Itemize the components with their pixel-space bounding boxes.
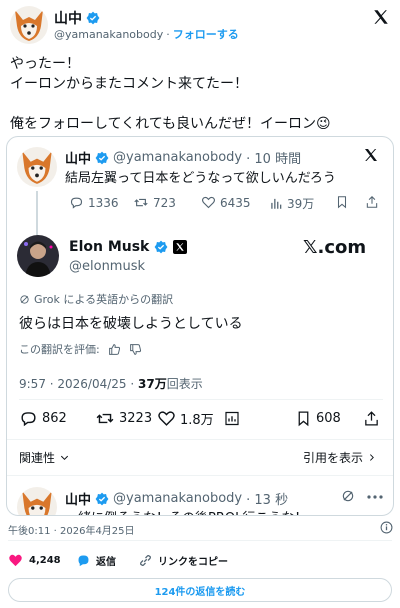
musk-name[interactable]: Elon Musk xyxy=(69,239,149,255)
reply-button[interactable]: 返信 xyxy=(76,553,116,568)
sort-relevance-dropdown[interactable]: 関連性 xyxy=(19,449,70,466)
quoted-author-name[interactable]: 山中 xyxy=(65,148,91,167)
quoted-author-handle[interactable]: @yamanakanobody xyxy=(113,150,242,165)
musk-handle[interactable]: @elonmusk xyxy=(69,259,145,274)
quoted-time: · 10 時間 xyxy=(246,152,302,167)
verified-badge-icon xyxy=(154,240,168,254)
sort-label: 関連性 xyxy=(19,451,56,465)
heart-icon xyxy=(158,411,175,426)
fox-avatar-icon xyxy=(22,491,52,515)
x-logo-icon[interactable] xyxy=(372,8,390,26)
like-count: 1.8万 xyxy=(180,413,214,428)
reply-partial-text: 一緒に倒そうな！その後PROL行こうな！ xyxy=(65,507,307,515)
divider xyxy=(7,439,393,440)
retweet-count: 723 xyxy=(153,195,176,210)
quoted-author-avatar[interactable] xyxy=(17,147,57,187)
thumbs-up-icon[interactable] xyxy=(108,343,121,356)
retweet-icon xyxy=(134,198,148,207)
view-quotes-label: 引用を表示 xyxy=(303,451,364,465)
read-replies-button[interactable]: 124件の返信を読む xyxy=(8,578,392,602)
musk-timestamp[interactable]: 9:57 · 2026/04/25 · xyxy=(19,377,138,391)
reply-author-avatar[interactable] xyxy=(17,487,57,515)
separator-dot: · xyxy=(166,27,170,41)
reply-count: 1336 xyxy=(88,195,119,210)
divider xyxy=(8,540,392,541)
quoted-conversation-card[interactable]: 山中 @yamanakanobody · 10 時間 結局左翼って日本をどうなっ… xyxy=(6,136,394,516)
reply-author-handle[interactable]: @yamanakanobody xyxy=(113,491,242,506)
view-quotes-link[interactable]: 引用を表示 xyxy=(303,449,377,466)
like-button[interactable]: 4,248 xyxy=(8,553,61,568)
reply-label: 返信 xyxy=(96,557,116,568)
like-count: 6435 xyxy=(220,195,251,210)
retweet-icon xyxy=(96,413,114,424)
copy-link-button[interactable]: リンクをコピー xyxy=(138,553,228,568)
quoted-tweet-text: 結局左翼って日本をどうなって欲しいんだろう xyxy=(65,171,336,186)
verified-badge-icon xyxy=(95,151,109,165)
retweet-button[interactable]: 3223 xyxy=(95,409,152,428)
person-avatar-icon xyxy=(24,241,53,277)
like-button[interactable]: 6435 xyxy=(201,195,251,210)
tweet-body: やったー！ イーロンからまたコメント来てたー！ 俺をフォローしてくれても良いんだ… xyxy=(10,54,390,134)
body-line: 俺をフォローしてくれても良いんだぜ！イーロン😉 xyxy=(10,116,331,132)
retweet-count: 3223 xyxy=(119,411,153,426)
chevron-down-icon xyxy=(59,452,70,463)
copy-link-label: リンクをコピー xyxy=(158,557,228,568)
grok-icon xyxy=(19,294,30,305)
musk-reply-text: 彼らは日本を破壊しようとしている xyxy=(19,316,243,332)
author-avatar[interactable] xyxy=(10,6,48,44)
heart-filled-icon xyxy=(9,554,22,567)
thread-line xyxy=(36,191,38,241)
link-icon xyxy=(140,555,151,566)
author-name[interactable]: 山中 xyxy=(54,8,82,28)
share-icon[interactable] xyxy=(363,409,380,428)
x-logo-icon[interactable] xyxy=(363,147,379,163)
reply-button[interactable]: 862 xyxy=(19,409,67,428)
bookmark-icon[interactable] xyxy=(335,194,349,210)
chevron-right-icon xyxy=(367,452,377,463)
grok-icon[interactable] xyxy=(341,489,355,503)
author-handle[interactable]: @yamanakanobody xyxy=(54,28,163,41)
musk-avatar[interactable] xyxy=(17,235,59,277)
divider xyxy=(7,475,393,476)
tweet-timestamp[interactable]: 午後0:11 · 2026年4月25日 xyxy=(8,522,135,537)
views-button[interactable]: 39万 xyxy=(269,195,314,212)
x-affiliate-badge-icon xyxy=(173,240,188,254)
reply-time: · 13 秒 xyxy=(246,493,289,508)
body-line: イーロンからまたコメント来てたー！ xyxy=(10,76,248,92)
info-icon[interactable] xyxy=(380,521,393,534)
read-replies-label: 124件の返信を読む xyxy=(154,586,246,598)
fox-avatar-icon xyxy=(22,151,52,184)
fox-avatar-icon xyxy=(15,10,43,41)
views-suffix: 回表示 xyxy=(166,377,203,391)
reply-author-name[interactable]: 山中 xyxy=(65,489,91,508)
follow-button[interactable]: フォローする xyxy=(173,26,239,42)
like-count: 4,248 xyxy=(29,555,61,566)
thumbs-down-icon[interactable] xyxy=(129,343,142,356)
verified-badge-icon xyxy=(86,11,100,25)
divider xyxy=(19,399,383,400)
retweet-button[interactable]: 723 xyxy=(133,195,176,210)
rate-translation-label: この翻訳を評価: xyxy=(19,343,100,356)
bookmark-button[interactable]: 608 xyxy=(295,409,341,428)
x-com-brand: 𝕏.com xyxy=(303,237,367,258)
analytics-icon xyxy=(271,198,282,209)
bookmark-icon xyxy=(298,411,309,427)
like-button[interactable]: 1.8万 xyxy=(157,409,214,428)
heart-icon xyxy=(202,196,215,209)
reply-icon xyxy=(21,412,36,427)
reply-icon xyxy=(70,197,83,209)
reply-filled-icon xyxy=(78,555,89,567)
musk-view-count: 37万 xyxy=(138,377,167,391)
view-count: 39万 xyxy=(287,197,315,211)
more-options-icon[interactable] xyxy=(367,495,383,499)
analytics-icon[interactable] xyxy=(223,409,241,428)
verified-badge-icon xyxy=(95,492,109,506)
share-icon[interactable] xyxy=(365,194,379,210)
reply-button[interactable]: 1336 xyxy=(69,195,119,210)
grok-translation-note[interactable]: Grok による英語からの翻訳 xyxy=(34,291,173,307)
body-line: やったー！ xyxy=(10,56,80,72)
reply-count: 862 xyxy=(42,411,67,426)
bookmark-count: 608 xyxy=(316,411,341,426)
